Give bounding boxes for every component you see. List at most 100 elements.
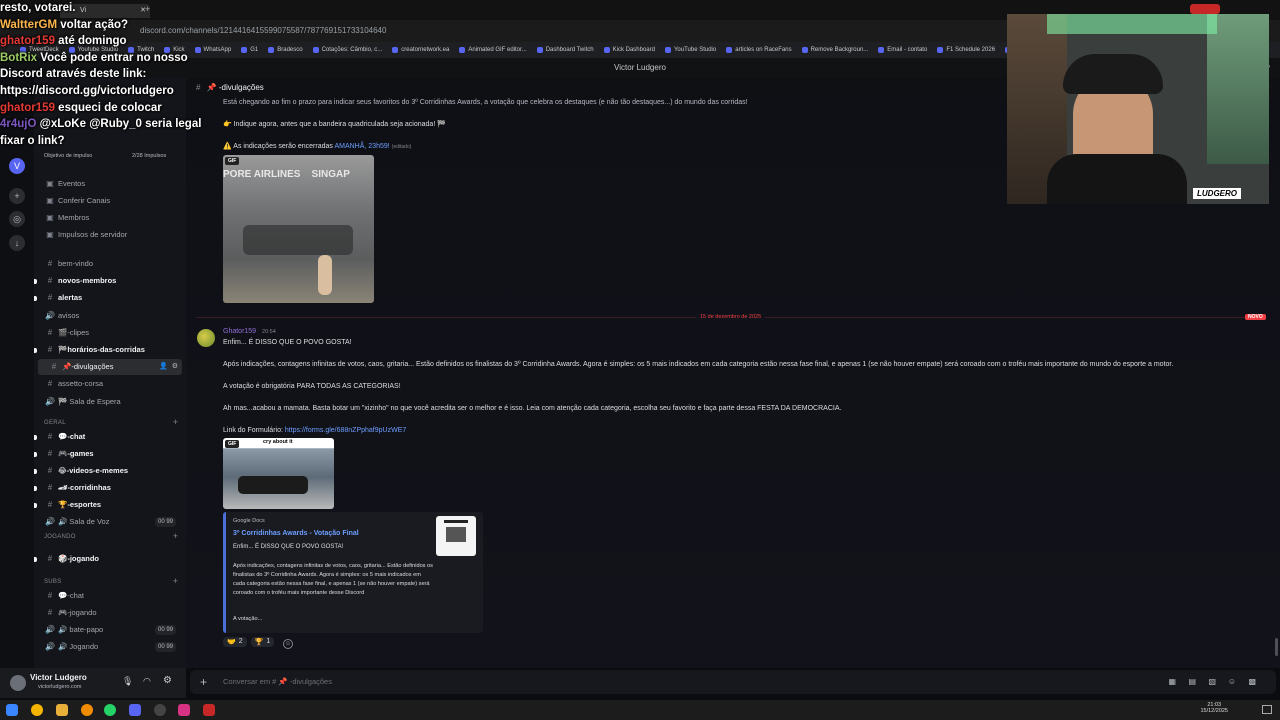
bookmark-item[interactable]: Animated GIF editor... bbox=[459, 47, 527, 53]
category-label[interactable]: GERAL bbox=[44, 420, 66, 426]
sidebar-channel[interactable]: # novos-membros bbox=[34, 273, 184, 289]
bookmark-item[interactable]: Bradesco bbox=[268, 47, 303, 53]
add-channel-icon[interactable]: + bbox=[173, 531, 178, 541]
hash-icon: # bbox=[47, 449, 53, 458]
embed-thumbnail[interactable] bbox=[436, 516, 476, 556]
bookmark-label: creatornetwork.ea bbox=[401, 47, 450, 53]
embed-title[interactable]: 3º Corridinhas Awards - Votação Final bbox=[233, 530, 359, 537]
bookmark-item[interactable]: Cotações: Câmbio, c... bbox=[312, 47, 382, 53]
hash-icon: # bbox=[47, 259, 53, 268]
bookmark-label: Dashboard Twitch bbox=[545, 47, 594, 53]
bookmark-item[interactable]: F1 Schedule 2026 bbox=[937, 47, 995, 53]
form-link[interactable]: https://forms.gle/688nZPphaf9pUzWE7 bbox=[285, 427, 406, 434]
obs-icon[interactable] bbox=[154, 704, 166, 716]
download-icon[interactable]: ↓ bbox=[9, 235, 25, 251]
gear-icon[interactable]: ⚙ bbox=[163, 675, 172, 686]
emoji-icon[interactable]: ☺ bbox=[1228, 670, 1236, 694]
bookmark-item[interactable]: articles on RaceFans bbox=[726, 47, 792, 53]
discover-icon[interactable]: ◎ bbox=[9, 211, 25, 227]
avatar[interactable] bbox=[10, 675, 26, 691]
hash-icon: # bbox=[47, 379, 53, 389]
unread-indicator bbox=[34, 435, 37, 440]
add-channel-icon[interactable]: + bbox=[173, 417, 178, 427]
sidebar-channel[interactable]: 🔊 🔊 Sala de Voz 00 99 bbox=[34, 514, 184, 530]
gif-image[interactable]: GIF cry about it bbox=[223, 438, 334, 509]
sidebar-channel[interactable]: 🔊 🏁 Sala de Espera bbox=[34, 394, 184, 410]
sticker-icon[interactable]: ▧ bbox=[1208, 670, 1216, 694]
sidebar-channel[interactable]: # 🎲-jogando bbox=[34, 551, 184, 567]
overlay-chat-user: ghator159 bbox=[0, 35, 55, 48]
sidebar-channel[interactable]: # 📌-divulgações 👤 ⚙ bbox=[38, 359, 182, 376]
boost-icon: ▣ bbox=[46, 230, 54, 239]
sidebar-channel[interactable]: # 🏁horários-das-corridas bbox=[34, 342, 184, 358]
sidebar-menu-item[interactable]: ▣ Conferir Canais bbox=[34, 193, 184, 209]
sidebar-item-label: 💬-chat bbox=[58, 591, 85, 600]
sidebar-channel[interactable]: # alertas bbox=[34, 290, 184, 306]
reaction-chip[interactable]: 🤝 2 bbox=[223, 637, 247, 647]
add-channel-icon[interactable]: + bbox=[173, 576, 178, 586]
bookmark-icon bbox=[241, 47, 248, 53]
bookmark-item[interactable]: creatornetwork.ea bbox=[392, 47, 449, 53]
sidebar-menu-item[interactable]: ▣ Impulsos de servidor bbox=[34, 227, 184, 243]
whatsapp-icon[interactable] bbox=[104, 704, 116, 716]
composer-placeholder[interactable]: Conversar em # 📌 -divulgações bbox=[223, 677, 332, 686]
mute-icon[interactable]: 🎙 bbox=[122, 676, 133, 687]
sidebar-channel[interactable]: # 💬-chat bbox=[34, 429, 184, 445]
apps-icon[interactable]: ▩ bbox=[1248, 670, 1256, 694]
bookmark-icon bbox=[268, 47, 275, 53]
gif-icon[interactable]: ▤ bbox=[1188, 670, 1196, 694]
bookmark-item[interactable]: Dashboard Twitch bbox=[536, 47, 594, 53]
sidebar-channel[interactable]: # 😂-videos-e-memes bbox=[34, 463, 184, 479]
add-server-icon[interactable]: + bbox=[9, 188, 25, 204]
category-label[interactable]: jogando bbox=[44, 534, 76, 540]
sidebar-channel[interactable]: 🔊 🔊 bate-papo 00 99 bbox=[34, 622, 184, 638]
sidebar-channel[interactable]: # 🎬-clipes bbox=[34, 325, 184, 341]
bookmark-item[interactable]: G1 bbox=[241, 47, 258, 53]
headset-icon[interactable]: ◠ bbox=[143, 676, 151, 687]
windows-start-icon[interactable] bbox=[6, 704, 18, 716]
add-reaction-icon[interactable]: ☺ bbox=[283, 639, 293, 649]
sidebar-channel[interactable]: # 🎮-jogando bbox=[34, 605, 184, 621]
app-icon[interactable] bbox=[203, 704, 215, 716]
avatar[interactable] bbox=[197, 329, 215, 347]
gif-label: GIF bbox=[225, 157, 240, 165]
folder-icon[interactable] bbox=[56, 704, 68, 716]
sidebar-channel[interactable]: # bem-vindo bbox=[34, 256, 184, 272]
gear-icon[interactable]: ⚙ bbox=[172, 359, 178, 375]
sidebar-menu-item[interactable]: ▣ Membros bbox=[34, 210, 184, 226]
reaction-chip[interactable]: 🏆 1 bbox=[250, 637, 275, 647]
sidebar-channel[interactable]: 🔊 avisos bbox=[34, 308, 184, 324]
boost-goal-value[interactable]: 2/28 Impulsos bbox=[132, 153, 166, 159]
sidebar-menu-item[interactable]: ▣ Eventos bbox=[34, 176, 184, 192]
server-icon[interactable]: V bbox=[9, 158, 25, 174]
app-icon[interactable] bbox=[81, 704, 93, 716]
category-label[interactable]: SUBS bbox=[44, 579, 62, 585]
app-icon[interactable] bbox=[178, 704, 190, 716]
sidebar-channel[interactable]: # 🏎-corridinhas bbox=[34, 480, 184, 496]
sidebar-channel[interactable]: # assetto-corsa bbox=[34, 376, 184, 392]
sidebar-item-label: assetto-corsa bbox=[58, 379, 104, 389]
message-author[interactable]: Ghator159 bbox=[223, 328, 256, 335]
scrollbar[interactable] bbox=[1275, 638, 1278, 656]
sidebar-channel[interactable]: 🔊 🔊 Jogando 00 99 bbox=[34, 639, 184, 655]
bookmark-item[interactable]: Email - contato bbox=[878, 47, 927, 53]
discord-icon[interactable] bbox=[129, 704, 141, 716]
bookmark-item[interactable]: Kick Dashboard bbox=[603, 47, 655, 53]
sidebar-channel[interactable]: # 💬-chat bbox=[34, 588, 184, 604]
sidebar-item-label: 🎲-jogando bbox=[58, 554, 99, 563]
clock[interactable]: 21:03 15/12/2025 bbox=[1200, 702, 1228, 714]
sidebar-channel[interactable]: # 🏆-esportes bbox=[34, 497, 184, 513]
message-composer[interactable]: + Conversar em # 📌 -divulgações ▦ ▤ ▧ ☺ … bbox=[190, 670, 1276, 694]
sidebar-item-label: 🏁horários-das-corridas bbox=[58, 345, 145, 354]
chrome-icon[interactable] bbox=[31, 704, 43, 716]
add-attachment-icon[interactable]: + bbox=[200, 670, 207, 694]
notification-icon[interactable] bbox=[1262, 705, 1272, 714]
window-title: Victor Ludgero bbox=[614, 63, 666, 72]
invite-icon[interactable]: 👤 bbox=[159, 359, 168, 375]
bookmark-item[interactable]: YouTube Studio bbox=[664, 47, 716, 53]
gif-image[interactable]: GIF PORE AIRLINES SINGAP bbox=[223, 155, 374, 303]
sidebar-channel[interactable]: # 🎮-games bbox=[34, 446, 184, 462]
gift-icon[interactable]: ▦ bbox=[1168, 670, 1176, 694]
bookmark-item[interactable]: Remove Backgroun... bbox=[801, 47, 868, 53]
channel-name: 📌 -divulgações bbox=[206, 83, 264, 92]
